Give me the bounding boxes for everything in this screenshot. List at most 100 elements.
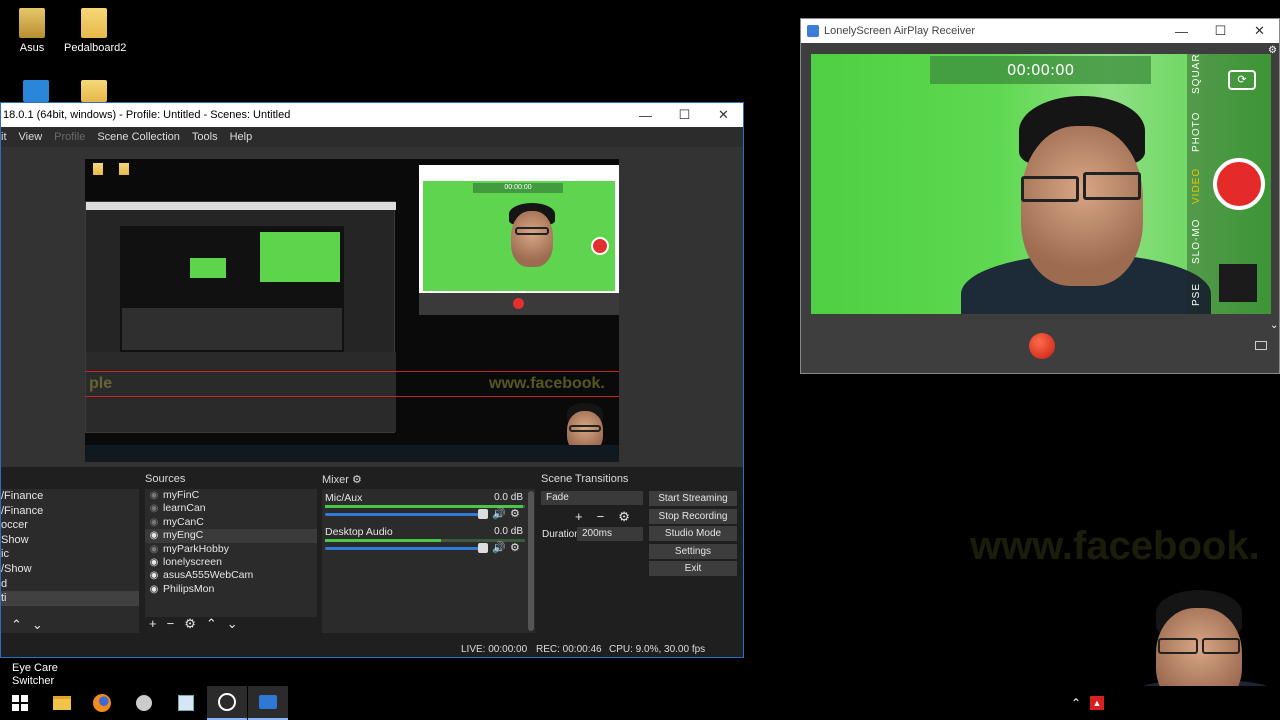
mode-photo[interactable]: PHOTO — [1191, 112, 1202, 152]
source-item[interactable]: ◉ myEngC — [145, 529, 317, 543]
stop-recording-button[interactable]: Stop Recording — [649, 508, 737, 524]
scene-item[interactable]: /Finance — [1, 504, 139, 519]
settings-button[interactable]: Settings — [649, 543, 737, 559]
source-item[interactable]: ◉ PhilipsMon — [145, 583, 317, 596]
scenes-list: /Finance /Finance occer Show ic /Show d … — [1, 489, 139, 633]
eye-icon[interactable]: ◉ — [145, 516, 163, 529]
scene-item[interactable]: ti — [1, 591, 139, 606]
menu-view[interactable]: View — [19, 131, 43, 143]
mode-slo-mo[interactable]: SLO-MO — [1191, 219, 1202, 264]
menu-help[interactable]: Help — [230, 131, 253, 143]
eye-icon[interactable]: ◉ — [145, 529, 163, 542]
mixer-label: Mixer ⚙ — [322, 474, 362, 486]
glasses — [515, 227, 549, 235]
last-capture-thumbnail[interactable] — [1219, 264, 1257, 302]
folder-icon[interactable] — [1255, 341, 1267, 350]
windows-taskbar: ⌃ ▲ — [0, 686, 1280, 720]
move-down-icon[interactable]: ⌄ — [227, 616, 238, 632]
scene-transitions: Fade + − ⚙ Duration 200ms — [541, 489, 645, 633]
move-down-icon[interactable]: ⌄ — [32, 617, 43, 633]
antivirus-tray-icon[interactable]: ▲ — [1090, 696, 1104, 710]
gear-icon[interactable]: ⚙ — [618, 509, 630, 525]
eye-icon[interactable]: ◉ — [145, 556, 163, 569]
chevron-down-icon[interactable]: ⌄ — [1270, 320, 1278, 331]
nested-taskbar — [85, 445, 619, 462]
eye-care-switcher-label[interactable]: Eye Care Switcher — [12, 662, 58, 688]
gear-icon[interactable]: ⚙ — [510, 541, 520, 554]
move-up-icon[interactable]: ⌃ — [11, 617, 22, 633]
duration-spinbox[interactable]: 200ms — [577, 527, 643, 541]
windows-start-icon[interactable] — [0, 686, 40, 720]
eye-icon[interactable]: ◉ — [145, 569, 163, 582]
eye-icon[interactable]: ◉ — [145, 543, 163, 556]
record-button[interactable] — [1029, 333, 1055, 359]
facebook-text-overlay: www.facebook. — [489, 375, 605, 392]
source-item[interactable]: ◉ asusA555WebCam — [145, 569, 317, 582]
mode-pse[interactable]: PSE — [1191, 283, 1202, 306]
remove-icon[interactable]: − — [167, 616, 175, 632]
volume-slider[interactable] — [325, 513, 487, 516]
speaker-icon[interactable]: 🔊 — [492, 541, 506, 554]
camera-switch-icon[interactable]: ⟳ — [1228, 70, 1256, 90]
scene-item[interactable]: occer — [1, 518, 139, 533]
transition-select[interactable]: Fade — [541, 491, 643, 505]
firefox-icon[interactable] — [82, 686, 122, 720]
mode-video[interactable]: VIDEO — [1191, 168, 1202, 204]
source-item[interactable]: ◉ learnCan — [145, 502, 317, 515]
channel-db: 0.0 dB — [494, 526, 523, 537]
obs-icon[interactable] — [207, 686, 247, 720]
start-streaming-button[interactable]: Start Streaming — [649, 491, 737, 506]
record-shutter-button[interactable] — [1213, 158, 1265, 210]
tray-chevron-up-icon[interactable]: ⌃ — [1071, 686, 1081, 720]
app-icon[interactable] — [124, 686, 164, 720]
record-button-icon — [591, 237, 609, 255]
studio-mode-button[interactable]: Studio Mode — [649, 526, 737, 541]
minimize-icon[interactable]: — — [1162, 24, 1201, 39]
add-icon[interactable]: + — [149, 616, 157, 632]
channel-name: Desktop Audio — [325, 526, 393, 538]
lonelyscreen-icon[interactable] — [248, 686, 288, 720]
menu-edit[interactable]: it — [1, 131, 7, 143]
file-explorer-icon[interactable] — [42, 686, 82, 720]
source-item[interactable]: ◉ myParkHobby — [145, 543, 317, 556]
mixer-scrollbar[interactable] — [528, 491, 534, 631]
eye-icon[interactable]: ◉ — [145, 502, 163, 515]
source-item[interactable]: ◉ lonelyscreen — [145, 556, 317, 569]
exit-button[interactable]: Exit — [649, 561, 737, 576]
remove-icon[interactable]: − — [597, 509, 605, 525]
source-item[interactable]: ◉ myFinC — [145, 489, 317, 502]
notepad-icon[interactable] — [166, 686, 206, 720]
eye-icon[interactable]: ◉ — [145, 489, 163, 502]
menu-tools[interactable]: Tools — [192, 131, 218, 143]
menu-scene-collection[interactable]: Scene Collection — [97, 131, 180, 143]
close-icon[interactable]: ✕ — [1240, 23, 1279, 39]
maximize-icon[interactable]: ☐ — [665, 107, 704, 123]
window-title: LonelyScreen AirPlay Receiver — [824, 25, 976, 37]
add-icon[interactable]: + — [575, 509, 583, 525]
scene-item[interactable]: ic — [1, 547, 139, 562]
folder-icon — [93, 163, 103, 175]
volume-slider-handle[interactable] — [478, 509, 488, 519]
desktop-icon-asus[interactable]: Asus — [2, 8, 62, 54]
menu-profile[interactable]: Profile — [54, 131, 85, 143]
volume-slider[interactable] — [325, 547, 487, 550]
maximize-icon[interactable]: ☐ — [1201, 23, 1240, 39]
close-icon[interactable]: ✕ — [704, 107, 743, 123]
desktop-icon-pedalboard2[interactable]: Pedalboard2 — [64, 8, 126, 54]
mode-square[interactable]: SQUARE — [1191, 54, 1202, 94]
eye-icon[interactable]: ◉ — [145, 583, 163, 596]
minimize-icon[interactable]: — — [626, 108, 665, 123]
gear-icon[interactable]: ⚙ — [184, 616, 196, 632]
source-item[interactable]: ◉ myCanC — [145, 516, 317, 529]
gear-icon[interactable]: ⚙ — [352, 474, 362, 486]
scene-item[interactable]: /Finance — [1, 489, 139, 504]
gear-icon[interactable]: ⚙ — [510, 507, 520, 520]
scene-item[interactable]: /Show — [1, 562, 139, 577]
scene-item[interactable]: d — [1, 577, 139, 592]
speaker-icon[interactable]: 🔊 — [492, 507, 506, 520]
volume-slider-handle[interactable] — [478, 543, 488, 553]
program-preview[interactable]: 00:00:00 www.facebook. ple — [85, 159, 619, 462]
nested-lonely-window: 00:00:00 — [419, 165, 619, 315]
scene-item[interactable]: Show — [1, 533, 139, 548]
move-up-icon[interactable]: ⌃ — [206, 616, 217, 632]
